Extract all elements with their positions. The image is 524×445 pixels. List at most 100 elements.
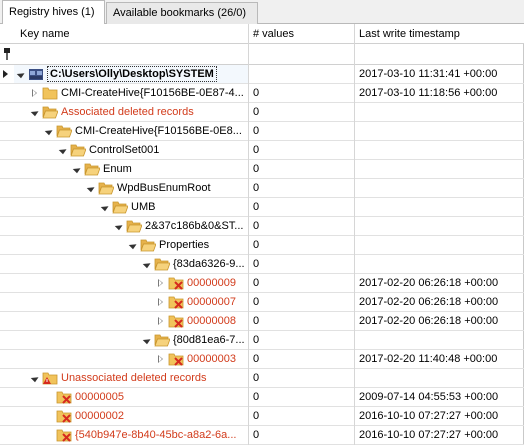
key-name-label: 00000003 [187, 353, 236, 365]
collapse-arrow-icon[interactable] [58, 145, 68, 155]
tree-row[interactable]: Enum 0 [0, 160, 524, 179]
key-name-cell[interactable]: 00000008 [14, 312, 248, 330]
key-name-cell[interactable]: {83da6326-9... [14, 255, 248, 273]
column-header-last-write[interactable]: Last write timestamp [359, 28, 460, 40]
column-divider [248, 24, 249, 445]
key-name-cell[interactable]: WpdBusEnumRoot [14, 179, 248, 197]
key-name-cell[interactable]: C:\Users\Olly\Desktop\SYSTEM [14, 65, 248, 83]
hive-icon [28, 67, 44, 81]
collapse-arrow-icon[interactable] [30, 373, 40, 383]
key-name-label: {80d81ea6-7... [173, 334, 245, 346]
key-name-label: UMB [131, 201, 156, 213]
last-write-timestamp-cell: 2017-02-20 11:40:48 +00:00 [359, 353, 498, 365]
num-values-cell: 0 [253, 239, 260, 251]
last-write-timestamp-cell: 2017-02-20 06:26:18 +00:00 [359, 296, 499, 308]
tree-row[interactable]: WpdBusEnumRoot 0 [0, 179, 524, 198]
tree-row[interactable]: ControlSet001 0 [0, 141, 524, 160]
key-name-label: 00000005 [75, 391, 124, 403]
num-values-cell: 0 [253, 182, 260, 194]
folder-open-icon [154, 333, 171, 347]
tree-row[interactable]: 00000003 0 2017-02-20 11:40:48 +00:00 [0, 350, 524, 369]
key-name-cell[interactable]: 00000005 [14, 388, 248, 406]
tree-row[interactable]: Associated deleted records 0 [0, 103, 524, 122]
deleted-folder-icon [168, 352, 184, 366]
key-name-cell[interactable]: CMI-CreateHive{F10156BE-0E87-4... [14, 84, 248, 102]
tree-row[interactable]: 00000009 0 2017-02-20 06:26:18 +00:00 [0, 274, 524, 293]
key-name-cell[interactable]: {80d81ea6-7... [14, 331, 248, 349]
tree-row[interactable]: CMI-CreateHive{F10156BE-0E87-4... 0 2017-0… [0, 84, 524, 103]
key-name-label: Properties [159, 239, 210, 251]
column-header-num-values[interactable]: # values [253, 28, 294, 40]
num-values-cell: 0 [253, 163, 260, 175]
collapse-arrow-icon[interactable] [114, 221, 124, 231]
key-name-cell[interactable]: 00000007 [14, 293, 248, 311]
key-name-cell[interactable]: {540b947e-8b40-45bc-a8a2-6a... [14, 426, 248, 444]
key-name-cell[interactable]: Unassociated deleted records [14, 369, 248, 387]
tree-row[interactable]: 00000005 0 2009-07-14 04:55:53 +00:00 [0, 388, 524, 407]
last-write-timestamp-cell: 2017-03-10 11:31:41 +00:00 [359, 68, 498, 80]
collapse-arrow-icon[interactable] [72, 164, 82, 174]
tree-row[interactable]: Unassociated deleted records 0 [0, 369, 524, 388]
collapse-arrow-icon[interactable] [44, 126, 54, 136]
tree-row[interactable]: {540b947e-8b40-45bc-a8a2-6a... 0 2016-10-1… [0, 426, 524, 445]
tree-row[interactable]: Properties 0 [0, 236, 524, 255]
column-header-key-name[interactable]: Key name [20, 28, 70, 40]
last-write-timestamp-cell: 2017-02-20 06:26:18 +00:00 [359, 277, 499, 289]
collapse-arrow-icon[interactable] [142, 335, 152, 345]
expand-arrow-icon[interactable] [158, 279, 163, 287]
warning-folder-icon [42, 371, 58, 385]
key-name-cell[interactable]: 00000002 [14, 407, 248, 425]
collapse-arrow-icon[interactable] [16, 69, 26, 79]
deleted-folder-icon [168, 295, 184, 309]
expand-arrow-icon[interactable] [158, 355, 163, 363]
key-name-cell[interactable]: 2&37c186b&0&ST... [14, 217, 248, 235]
collapse-arrow-icon[interactable] [128, 240, 138, 250]
filter-row[interactable] [0, 44, 524, 65]
key-name-cell[interactable]: CMI-CreateHive{F10156BE-0E8... [14, 122, 248, 140]
key-name-label: CMI-CreateHive{F10156BE-0E8... [75, 125, 242, 137]
tab-available-bookmarks[interactable]: Available bookmarks (26/0) [106, 2, 258, 24]
key-name-label: Associated deleted records [61, 106, 194, 118]
key-name-label: 00000009 [187, 277, 236, 289]
folder-open-icon [84, 162, 101, 176]
key-name-label: 00000007 [187, 296, 236, 308]
tree-row[interactable]: {83da6326-9... 0 [0, 255, 524, 274]
tab-bar: Registry hives (1) Available bookmarks (… [0, 0, 524, 25]
tree-row[interactable]: 00000002 0 2016-10-10 07:27:27 +00:00 [0, 407, 524, 426]
tree-row[interactable]: {80d81ea6-7... 0 [0, 331, 524, 350]
folder-open-icon [112, 200, 129, 214]
expand-arrow-icon[interactable] [158, 298, 163, 306]
key-name-label: Unassociated deleted records [61, 372, 207, 384]
tree-row[interactable]: UMB 0 [0, 198, 524, 217]
key-name-cell[interactable]: Associated deleted records [14, 103, 248, 121]
folder-open-icon [56, 124, 73, 138]
collapse-arrow-icon[interactable] [142, 259, 152, 269]
tree-row[interactable]: 00000008 0 2017-02-20 06:26:18 +00:00 [0, 312, 524, 331]
current-row-indicator-icon [3, 70, 8, 78]
key-name-cell[interactable]: UMB [14, 198, 248, 216]
tree-row[interactable]: 2&37c186b&0&ST... 0 [0, 217, 524, 236]
tab-registry-hives[interactable]: Registry hives (1) [2, 0, 105, 25]
key-name-cell[interactable]: Enum [14, 160, 248, 178]
num-values-cell: 0 [253, 87, 260, 99]
key-name-cell[interactable]: 00000003 [14, 350, 248, 368]
collapse-arrow-icon[interactable] [30, 107, 40, 117]
key-name-label: 00000002 [75, 410, 124, 422]
num-values-cell: 0 [253, 125, 260, 137]
tree-row[interactable]: CMI-CreateHive{F10156BE-0E8... 0 [0, 122, 524, 141]
collapse-arrow-icon[interactable] [86, 183, 96, 193]
folder-icon [42, 86, 58, 100]
num-values-cell: 0 [253, 220, 260, 232]
key-name-cell[interactable]: Properties [14, 236, 248, 254]
expand-arrow-icon[interactable] [158, 317, 163, 325]
expand-arrow-icon[interactable] [32, 89, 37, 97]
tree-row[interactable]: 00000007 0 2017-02-20 06:26:18 +00:00 [0, 293, 524, 312]
registry-tree-grid: Key name # values Last write timestamp C… [0, 24, 524, 445]
collapse-arrow-icon[interactable] [100, 202, 110, 212]
last-write-timestamp-cell: 2016-10-10 07:27:27 +00:00 [359, 410, 499, 422]
key-name-cell[interactable]: 00000009 [14, 274, 248, 292]
num-values-cell: 0 [253, 429, 260, 441]
key-name-cell[interactable]: ControlSet001 [14, 141, 248, 159]
tree-row[interactable]: C:\Users\Olly\Desktop\SYSTEM 2017-03-10 1… [0, 65, 524, 84]
num-values-cell: 0 [253, 334, 260, 346]
